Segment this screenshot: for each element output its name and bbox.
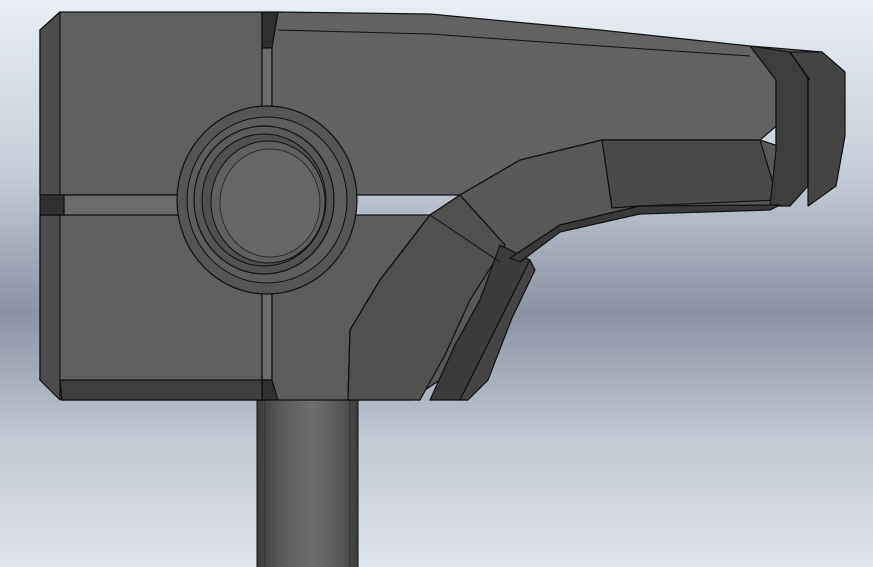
center-boss[interactable]	[176, 105, 358, 295]
horizontal-slot	[39, 194, 65, 216]
model-canvas[interactable]	[0, 0, 873, 567]
shaft[interactable]	[256, 395, 359, 567]
boss-bore	[219, 148, 321, 258]
cad-3d-viewport[interactable]	[0, 0, 873, 567]
